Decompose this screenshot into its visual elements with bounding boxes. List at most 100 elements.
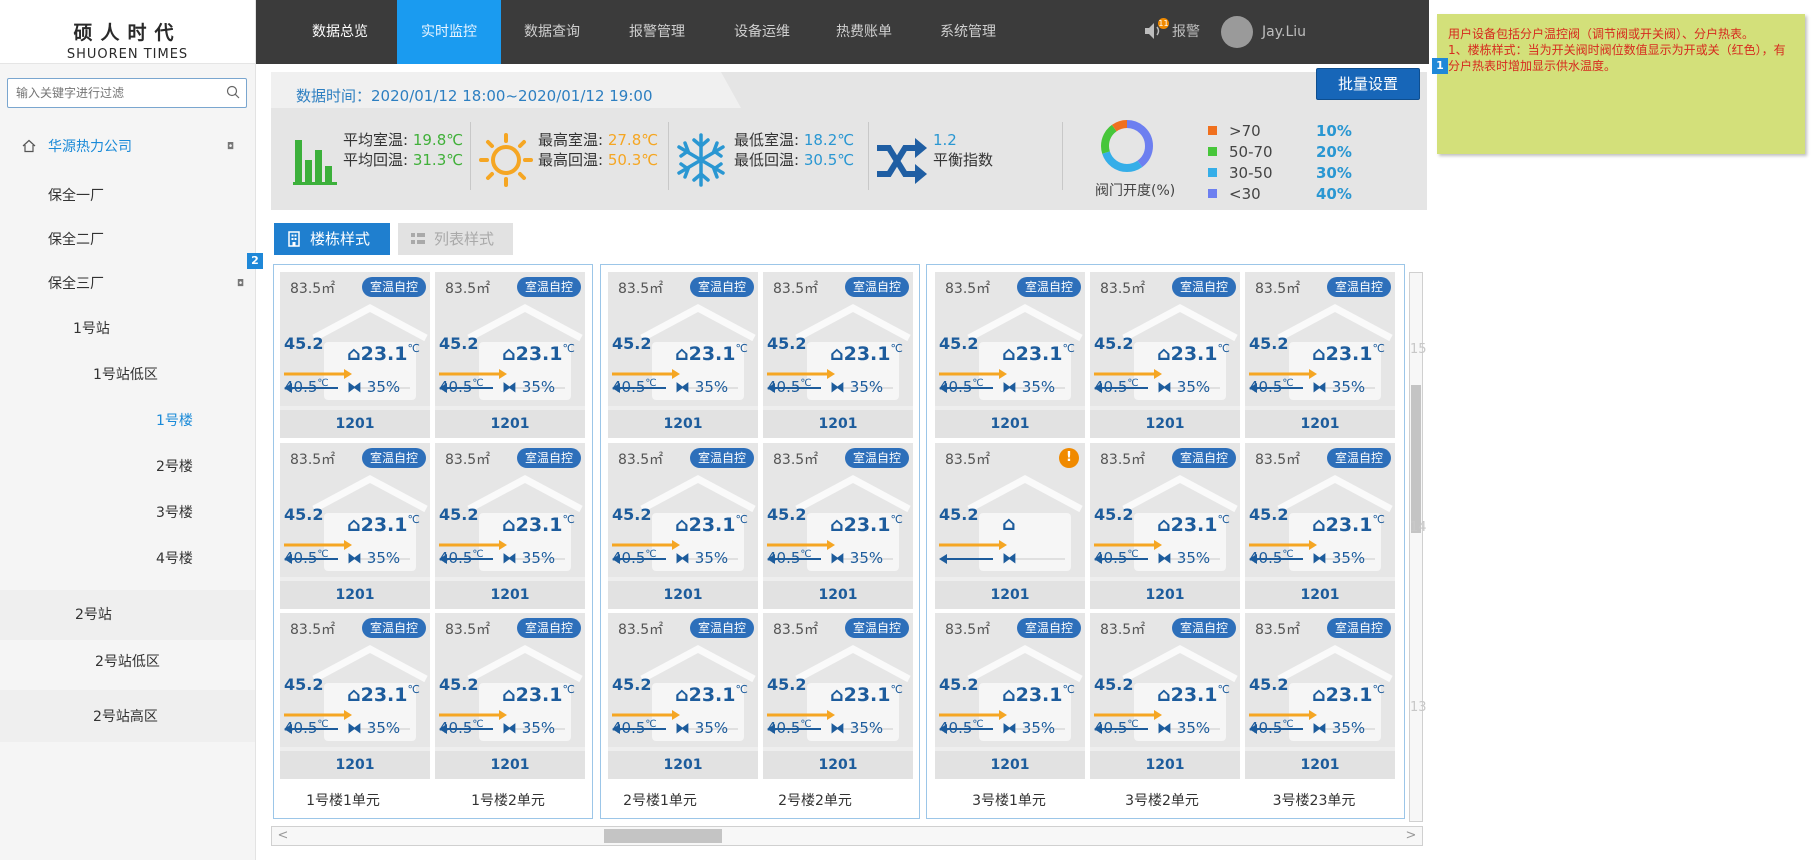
room-card[interactable]: 83.5㎡ 室温自控 45.2 ⌂23.1℃ 40.5℃ ⧓ 35% 1201 — [935, 272, 1085, 438]
room-card[interactable]: 83.5㎡! 45.2 ⌂ ⧓ 1201 — [935, 443, 1085, 609]
tab-list-style[interactable]: 列表样式 — [398, 223, 513, 255]
room-number[interactable]: 1201 — [608, 410, 758, 438]
room-card[interactable]: 83.5㎡ 室温自控 45.2 ⌂23.1℃ 40.5℃ ⧓ 35% 1201 — [935, 613, 1085, 779]
valve-opening: ⧓ 35% — [1157, 549, 1211, 567]
room-card[interactable]: 83.5㎡ 室温自控 45.2 ⌂23.1℃ 40.5℃ ⧓ 35% 1201 — [1245, 613, 1395, 779]
tree-item-zone-2[interactable]: 2号站低区 — [95, 640, 160, 684]
alarm-label[interactable]: 报警 — [1172, 0, 1200, 64]
mode-badge[interactable]: 室温自控 — [844, 277, 909, 297]
mode-badge[interactable]: 室温自控 — [689, 448, 754, 468]
room-card[interactable]: 83.5㎡ 室温自控 45.2 ⌂23.1℃ 40.5℃ ⧓ 35% 1201 — [280, 272, 430, 438]
nav-alarm[interactable]: 报警管理 — [617, 0, 697, 64]
tree-item-building-4[interactable]: 4号楼 — [156, 537, 193, 581]
room-card[interactable]: 83.5㎡ 室温自控 45.2 ⌂23.1℃ 40.5℃ ⧓ 35% 1201 — [1090, 613, 1240, 779]
mode-badge[interactable]: 室温自控 — [1326, 618, 1391, 638]
room-card[interactable]: 83.5㎡ 室温自控 45.2 ⌂23.1℃ 40.5℃ ⧓ 35% 1201 — [608, 443, 758, 609]
tree-item-building-3[interactable]: 3号楼 — [156, 491, 193, 535]
search-box[interactable] — [7, 78, 247, 108]
room-number[interactable]: 1201 — [280, 751, 430, 779]
mode-badge[interactable]: 室温自控 — [1016, 277, 1081, 297]
room-number[interactable]: 1201 — [608, 581, 758, 609]
tree-item-plant-3[interactable]: 保全三厂 ◘ — [48, 262, 248, 306]
mode-badge[interactable]: 室温自控 — [689, 277, 754, 297]
room-number[interactable]: 1201 — [608, 751, 758, 779]
collapse-icon[interactable]: ◘ — [227, 125, 234, 169]
room-number[interactable]: 1201 — [763, 410, 913, 438]
room-number[interactable]: 1201 — [935, 581, 1085, 609]
username[interactable]: Jay.Liu — [1262, 0, 1306, 64]
tree-item-station-2[interactable]: 2号站 — [75, 593, 112, 637]
mode-badge[interactable]: 室温自控 — [1171, 448, 1236, 468]
room-number[interactable]: 1201 — [435, 751, 585, 779]
nav-system[interactable]: 系统管理 — [928, 0, 1008, 64]
scroll-thumb[interactable] — [604, 829, 722, 843]
room-card[interactable]: 83.5㎡ 室温自控 45.2 ⌂23.1℃ 40.5℃ ⧓ 35% 1201 — [435, 443, 585, 609]
horizontal-scrollbar[interactable]: < > — [271, 826, 1423, 846]
mode-badge[interactable]: 室温自控 — [1171, 277, 1236, 297]
room-number[interactable]: 1201 — [1090, 581, 1240, 609]
mode-badge[interactable]: 室温自控 — [1326, 277, 1391, 297]
tree-item-zone-1[interactable]: 1号站低区 — [93, 353, 158, 397]
nav-maintenance[interactable]: 设备运维 — [722, 0, 802, 64]
scroll-left-icon[interactable]: < — [272, 827, 294, 845]
room-number[interactable]: 1201 — [1245, 581, 1395, 609]
room-number[interactable]: 1201 — [280, 581, 430, 609]
search-icon[interactable] — [226, 85, 240, 99]
mode-badge[interactable]: 室温自控 — [361, 618, 426, 638]
room-card[interactable]: 83.5㎡ 室温自控 45.2 ⌂23.1℃ 40.5℃ ⧓ 35% 1201 — [1090, 443, 1240, 609]
room-number[interactable]: 1201 — [1245, 751, 1395, 779]
avatar[interactable] — [1221, 16, 1253, 48]
tree-item-building-2[interactable]: 2号楼 — [156, 445, 193, 489]
room-number[interactable]: 1201 — [935, 751, 1085, 779]
tree-item-company[interactable]: 华源热力公司 ◘ — [22, 125, 252, 169]
mode-badge[interactable]: 室温自控 — [844, 618, 909, 638]
room-number[interactable]: 1201 — [280, 410, 430, 438]
mode-badge[interactable]: 室温自控 — [516, 618, 581, 638]
room-card[interactable]: 83.5㎡ 室温自控 45.2 ⌂23.1℃ 40.5℃ ⧓ 35% 1201 — [763, 613, 913, 779]
room-card[interactable]: 83.5㎡ 室温自控 45.2 ⌂23.1℃ 40.5℃ ⧓ 35% 1201 — [763, 443, 913, 609]
room-number[interactable]: 1201 — [435, 581, 585, 609]
room-number[interactable]: 1201 — [435, 410, 585, 438]
room-number[interactable]: 1201 — [1245, 410, 1395, 438]
mode-badge[interactable]: 室温自控 — [516, 277, 581, 297]
collapse-icon[interactable]: ◘ — [237, 262, 244, 306]
tree-item-plant-1[interactable]: 保全一厂 — [48, 174, 104, 218]
room-card[interactable]: 83.5㎡ 室温自控 45.2 ⌂23.1℃ 40.5℃ ⧓ 35% 1201 — [280, 443, 430, 609]
room-number[interactable]: 1201 — [1090, 410, 1240, 438]
mode-badge[interactable]: 室温自控 — [361, 448, 426, 468]
room-number[interactable]: 1201 — [763, 751, 913, 779]
mode-badge[interactable]: 室温自控 — [1171, 618, 1236, 638]
nav-realtime[interactable]: 实时监控 — [397, 0, 501, 64]
tab-building-style[interactable]: 楼栋样式 — [274, 223, 390, 255]
room-card[interactable]: 83.5㎡ 室温自控 45.2 ⌂23.1℃ 40.5℃ ⧓ 35% 1201 — [763, 272, 913, 438]
mode-badge[interactable]: 室温自控 — [1326, 448, 1391, 468]
room-card[interactable]: 83.5㎡ 室温自控 45.2 ⌂23.1℃ 40.5℃ ⧓ 35% 1201 — [435, 272, 585, 438]
tree-item-station-1[interactable]: 1号站 — [73, 307, 110, 351]
nav-query[interactable]: 数据查询 — [512, 0, 592, 64]
scroll-thumb[interactable] — [1411, 385, 1421, 533]
room-card[interactable]: 83.5㎡ 室温自控 45.2 ⌂23.1℃ 40.5℃ ⧓ 35% 1201 — [280, 613, 430, 779]
mode-badge[interactable]: 室温自控 — [844, 448, 909, 468]
tree-item-plant-2[interactable]: 保全二厂 — [48, 218, 104, 262]
batch-settings-button[interactable]: 批量设置 — [1316, 68, 1420, 100]
nav-billing[interactable]: 热费账单 — [824, 0, 904, 64]
mode-badge[interactable]: 室温自控 — [361, 277, 426, 297]
room-card[interactable]: 83.5㎡ 室温自控 45.2 ⌂23.1℃ 40.5℃ ⧓ 35% 1201 — [1245, 443, 1395, 609]
scroll-right-icon[interactable]: > — [1400, 827, 1422, 845]
room-card[interactable]: 83.5㎡ 室温自控 45.2 ⌂23.1℃ 40.5℃ ⧓ 35% 1201 — [608, 272, 758, 438]
room-card[interactable]: 83.5㎡ 室温自控 45.2 ⌂23.1℃ 40.5℃ ⧓ 35% 1201 — [435, 613, 585, 779]
tree-item-zone-3[interactable]: 2号站高区 — [93, 695, 158, 739]
nav-overview[interactable]: 数据总览 — [300, 0, 380, 64]
room-card[interactable]: 83.5㎡ 室温自控 45.2 ⌂23.1℃ 40.5℃ ⧓ 35% 1201 — [1090, 272, 1240, 438]
tree-item-building-1[interactable]: 1号楼 — [156, 399, 193, 443]
warning-icon[interactable]: ! — [1059, 448, 1079, 468]
room-number[interactable]: 1201 — [1090, 751, 1240, 779]
room-number[interactable]: 1201 — [763, 581, 913, 609]
room-card[interactable]: 83.5㎡ 室温自控 45.2 ⌂23.1℃ 40.5℃ ⧓ 35% 1201 — [608, 613, 758, 779]
room-card[interactable]: 83.5㎡ 室温自控 45.2 ⌂23.1℃ 40.5℃ ⧓ 35% 1201 — [1245, 272, 1395, 438]
mode-badge[interactable]: 室温自控 — [689, 618, 754, 638]
search-input[interactable] — [16, 80, 216, 106]
mode-badge[interactable]: 室温自控 — [516, 448, 581, 468]
room-number[interactable]: 1201 — [935, 410, 1085, 438]
mode-badge[interactable]: 室温自控 — [1016, 618, 1081, 638]
